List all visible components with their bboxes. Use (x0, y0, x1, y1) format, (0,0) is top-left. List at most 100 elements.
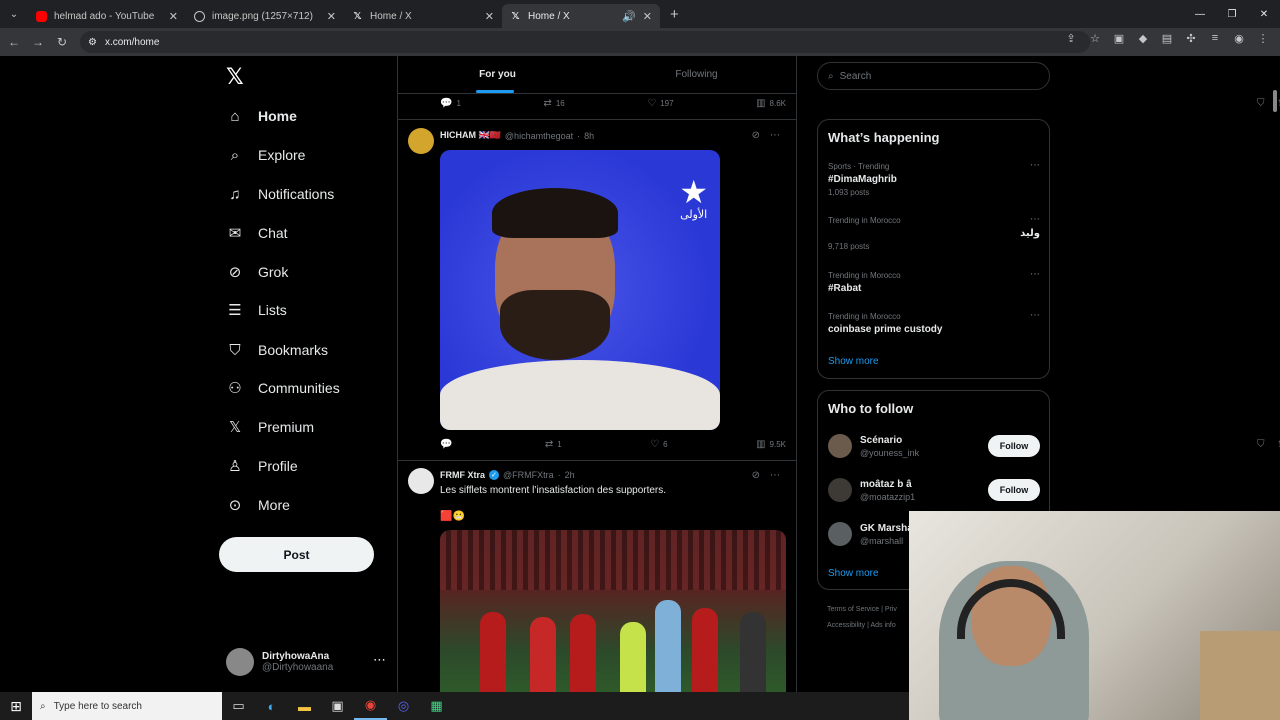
browser-tab-youtube[interactable]: helmad ado - YouTube ✕ (28, 4, 186, 28)
new-tab-icon[interactable]: + (670, 6, 679, 23)
close-window-icon[interactable]: ✕ (1248, 0, 1280, 28)
chrome-icon[interactable]: ◉ (354, 692, 387, 720)
scrollbar-thumb[interactable] (1273, 90, 1277, 112)
footer-line[interactable]: Accessibility | Ads info (827, 618, 897, 634)
extension-translate-icon[interactable]: ▣ (1112, 32, 1126, 45)
show-more-link[interactable]: Show more (828, 356, 879, 367)
author-handle[interactable]: @hichamthegoat (505, 131, 573, 141)
more-icon[interactable]: ⋯ (1030, 269, 1040, 280)
author-handle[interactable]: @FRMFXtra (503, 470, 554, 480)
reading-list-icon[interactable]: ≡ (1208, 32, 1222, 45)
nav-home[interactable]: ⌂ Home (226, 103, 296, 129)
star-icon[interactable]: ☆ (1088, 32, 1102, 45)
nav-more[interactable]: ⊙ More (226, 492, 290, 518)
tweet-actions: 💬 ⇄1 ♡6 ▥9.5K ⛉ ⇪ (440, 439, 1280, 450)
discord-icon[interactable]: ◎ (387, 692, 420, 720)
post-button[interactable]: Post (219, 537, 374, 572)
nav-lists[interactable]: ☰ Lists (226, 297, 287, 323)
more-icon[interactable]: ⋯ (1030, 310, 1040, 321)
tab-search-icon[interactable]: ⌄ (0, 0, 28, 28)
restore-icon[interactable]: ❐ (1216, 0, 1248, 28)
more-icon[interactable]: ⋯ (1030, 160, 1040, 171)
browser-tab-image[interactable]: image.png (1257×712) ✕ (186, 4, 344, 28)
account-switcher[interactable]: DirtyhowaAna @Dirtyhowaana ⋯ (226, 648, 386, 676)
windows-start-icon[interactable]: ⊞ (0, 698, 32, 715)
store-icon[interactable]: ▣ (321, 692, 354, 720)
grok-icon[interactable]: ⊘ (752, 130, 760, 141)
follow-suggestion[interactable]: Scénario @youness_ink Follow (828, 431, 1040, 461)
extension-icon[interactable]: ◆ (1136, 32, 1150, 45)
close-tab-icon[interactable]: ✕ (643, 10, 652, 23)
grok-icon[interactable]: ⊘ (752, 470, 760, 481)
trend-item[interactable]: Sports · Trending #DimaMaghrib 1,093 pos… (828, 160, 1040, 197)
x-logo-icon[interactable]: 𝕏 (226, 64, 244, 90)
forward-icon[interactable]: → (26, 35, 50, 49)
site-info-icon[interactable]: ⚙ (88, 37, 97, 48)
like-button[interactable]: ♡ 197 (647, 98, 673, 109)
follow-button[interactable]: Follow (988, 479, 1040, 501)
taskbar-search-input[interactable]: ⌕ Type here to search (32, 692, 222, 720)
trend-item[interactable]: Trending in Morocco وليد 9,718 posts ⋯ (828, 214, 1040, 251)
nav-grok[interactable]: ⊘ Grok (226, 259, 289, 285)
author-name[interactable]: FRMF Xtra (440, 470, 485, 480)
follow-suggestion[interactable]: moâtaz b â @moatazzip1 Follow (828, 475, 1040, 505)
avatar[interactable] (408, 128, 434, 154)
more-icon[interactable]: ⋯ (373, 652, 386, 668)
close-tab-icon[interactable]: ✕ (485, 10, 494, 23)
reply-button[interactable]: 💬 (440, 439, 456, 450)
tab-for-you[interactable]: For you (398, 56, 597, 93)
url-field[interactable]: ⚙ x.com/home (80, 31, 1090, 53)
puzzle-icon[interactable]: ✣ (1184, 32, 1198, 45)
trend-item[interactable]: Trending in Morocco coinbase prime custo… (828, 310, 1040, 335)
install-icon[interactable]: ⇪ (1064, 32, 1078, 45)
app-icon[interactable]: ▦ (420, 692, 453, 720)
profile-icon[interactable]: ◉ (1232, 32, 1246, 45)
reply-button[interactable]: 💬 1 (440, 98, 461, 109)
browser-tab-x-home-active[interactable]: 𝕏 Home / X 🔊 ✕ (502, 4, 660, 28)
reload-icon[interactable]: ↻ (50, 35, 74, 49)
nav-notifications[interactable]: ♫ Notifications (226, 181, 334, 207)
nav-profile[interactable]: ♙ Profile (226, 453, 297, 479)
task-view-icon[interactable]: ▭ (222, 692, 255, 720)
nav-explore[interactable]: ⌕ Explore (226, 142, 306, 168)
file-explorer-icon[interactable]: ▬ (288, 692, 321, 720)
nav-communities[interactable]: ⚇ Communities (226, 375, 339, 401)
back-icon[interactable]: ← (2, 35, 26, 49)
repost-button[interactable]: ⇄ 1 (545, 439, 562, 450)
like-button[interactable]: ♡ 6 (650, 439, 667, 450)
search-input[interactable]: ⌕ Search (817, 62, 1050, 90)
tweet-time[interactable]: 2h (565, 470, 575, 480)
close-tab-icon[interactable]: ✕ (169, 10, 178, 23)
trend-item[interactable]: Trending in Morocco #Rabat ⋯ (828, 269, 1040, 294)
follow-button[interactable]: Follow (988, 435, 1040, 457)
views-button[interactable]: ▥ 8.6K (756, 98, 786, 109)
show-more-link[interactable]: Show more (828, 568, 879, 579)
tweet-media-video[interactable] (440, 530, 786, 692)
tweet-time[interactable]: 8h (584, 131, 594, 141)
nav-chat[interactable]: ✉ Chat (226, 220, 288, 246)
search-icon: ⌕ (230, 146, 240, 164)
extension-2-icon[interactable]: ▤ (1160, 32, 1174, 45)
more-icon[interactable]: ⋯ (770, 130, 780, 141)
bookmark-icon[interactable]: ⛉ (1257, 98, 1265, 109)
bookmark-icon[interactable]: ⛉ (1257, 439, 1265, 450)
views-button[interactable]: ▥ 9.5K (756, 439, 786, 450)
author-name[interactable]: HICHAM 🇬🇧🇲🇦 (440, 130, 501, 141)
more-icon[interactable]: ⋯ (770, 470, 780, 481)
more-icon[interactable]: ⋯ (1030, 214, 1040, 225)
repost-button[interactable]: ⇄ 16 (543, 98, 564, 109)
avatar[interactable] (408, 468, 434, 494)
footer-line[interactable]: Terms of Service | Priv (827, 602, 897, 618)
tab-following[interactable]: Following (597, 56, 796, 93)
menu-icon[interactable]: ⋮ (1256, 32, 1270, 45)
repost-icon: ⇄ (544, 439, 554, 450)
browser-tab-x-home[interactable]: 𝕏 Home / X ✕ (344, 4, 502, 28)
nav-premium[interactable]: 𝕏 Premium (226, 414, 314, 440)
edge-icon[interactable]: ◐ (255, 692, 288, 720)
tweet-media-image[interactable]: ★ الأولى (440, 150, 720, 430)
speaker-icon[interactable]: 🔊 (622, 10, 636, 23)
nav-label: More (258, 497, 290, 513)
nav-bookmarks[interactable]: ⛉ Bookmarks (226, 337, 328, 363)
close-tab-icon[interactable]: ✕ (327, 10, 336, 23)
minimize-icon[interactable]: — (1184, 0, 1216, 28)
